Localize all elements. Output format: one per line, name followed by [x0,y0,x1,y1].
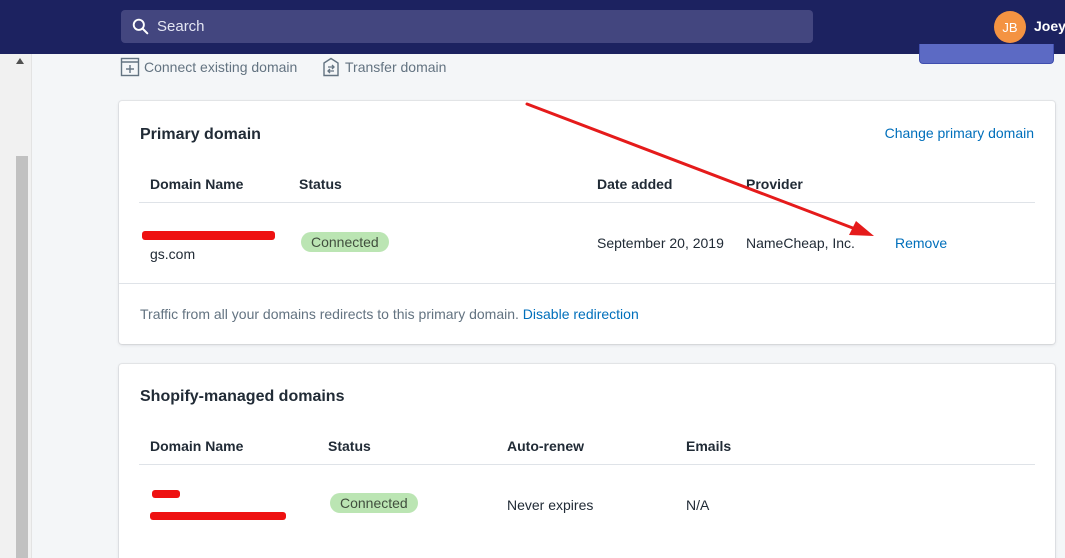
redacted-domain-mark [142,231,275,240]
provider-value: NameCheap, Inc. [746,235,855,251]
status-badge: Connected [330,493,418,513]
top-bar: Search JB Joey [0,0,1065,54]
section-divider [119,283,1055,284]
primary-domain-name: gs.com [150,246,196,262]
column-header-emails[interactable]: Emails [686,438,731,454]
column-header-domain-name[interactable]: Domain Name [150,176,243,192]
avatar[interactable]: JB [994,11,1026,43]
date-added-value: September 20, 2019 [597,235,724,251]
change-primary-domain-link[interactable]: Change primary domain [885,125,1034,141]
search-bar[interactable]: Search [121,10,813,43]
column-header-provider[interactable]: Provider [746,176,803,192]
redacted-domain-mark [152,490,180,498]
redirect-notice: Traffic from all your domains redirects … [140,306,639,322]
column-header-date-added[interactable]: Date added [597,176,672,192]
emails-value: N/A [686,497,710,513]
managed-domains-card: Shopify-managed domains Domain Name Stat… [119,364,1055,558]
column-header-status[interactable]: Status [299,176,342,192]
search-icon [132,18,149,35]
remove-domain-link[interactable]: Remove [895,235,947,251]
add-domain-icon [120,57,140,77]
redacted-domain-mark [150,512,286,520]
status-badge: Connected [301,232,389,252]
primary-domain-title: Primary domain [140,126,261,143]
disable-redirection-link[interactable]: Disable redirection [523,306,639,322]
column-header-status[interactable]: Status [328,438,371,454]
scrollbar-thumb[interactable] [16,156,28,558]
scroll-up-arrow-icon[interactable] [16,58,24,64]
connect-existing-domain-button[interactable]: Connect existing domain [120,57,297,77]
primary-domain-card: Primary domain Change primary domain Dom… [119,101,1055,344]
managed-domains-title: Shopify-managed domains [140,388,345,405]
table-divider [139,464,1035,465]
user-name[interactable]: Joey [1034,18,1065,34]
column-header-auto-renew[interactable]: Auto-renew [507,438,584,454]
redirect-text: Traffic from all your domains redirects … [140,306,519,322]
transfer-label: Transfer domain [345,59,447,75]
auto-renew-value: Never expires [507,497,594,513]
column-header-domain-name[interactable]: Domain Name [150,438,243,454]
transfer-domain-button[interactable]: Transfer domain [321,57,446,77]
buy-domain-button[interactable] [919,44,1054,64]
connect-existing-label: Connect existing domain [144,59,298,75]
table-divider [139,202,1035,203]
transfer-icon [323,57,339,77]
search-input[interactable]: Search [157,18,205,35]
